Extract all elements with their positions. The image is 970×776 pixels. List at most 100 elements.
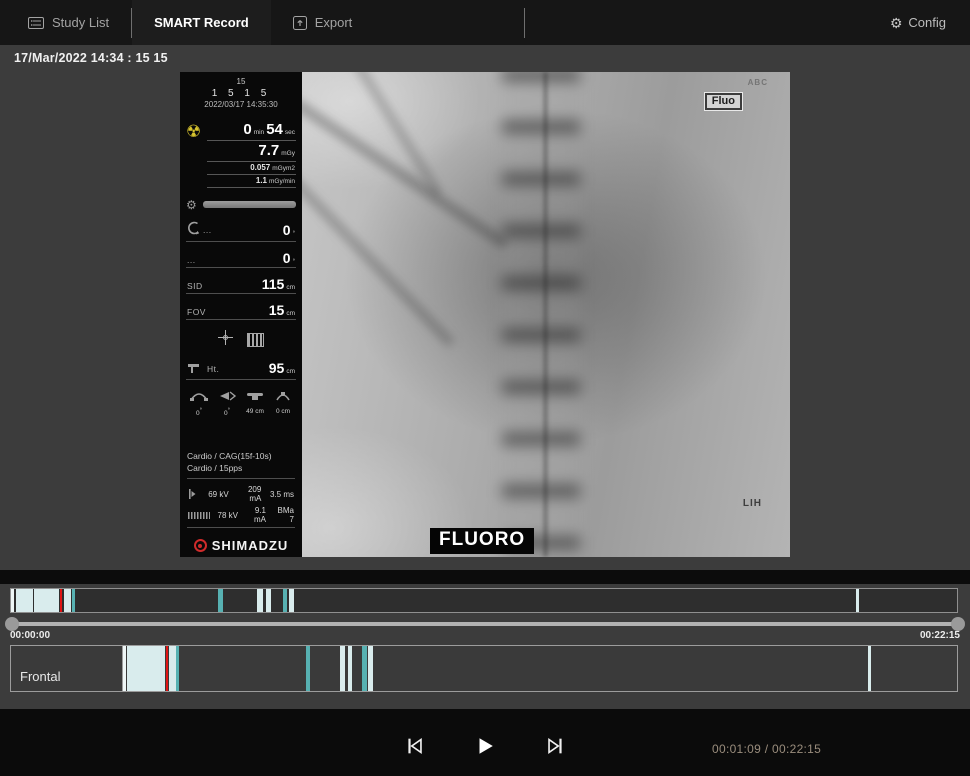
dose-rate: 1.1 — [256, 176, 267, 185]
timeline-segment[interactable] — [176, 646, 179, 691]
timeline-overview-bar[interactable] — [10, 588, 958, 613]
timeline-segment[interactable] — [362, 646, 366, 691]
slider-handle-right[interactable] — [951, 617, 965, 631]
table-height-value: 95 — [269, 360, 285, 376]
timeline-time-labels: 00:00:00 00:22:15 — [10, 630, 960, 641]
playhead-marker[interactable] — [166, 646, 168, 691]
dose-total-row: 7.7 mGy — [207, 141, 296, 162]
fluoroscopy-image[interactable]: ABC Fluo LIH FLUORO — [302, 72, 790, 557]
shimadzu-logo-icon — [194, 539, 207, 552]
timeline-segment[interactable] — [283, 589, 288, 612]
fov-label: FOV — [187, 307, 206, 317]
tab-export[interactable]: Export — [271, 0, 375, 45]
fluoro-minutes-unit: min — [254, 129, 264, 136]
geometry-block: ... 0 ° ... 0 ° SID — [180, 213, 302, 320]
timeline-segment[interactable] — [289, 589, 294, 612]
angle2-row: ... 0 ° — [186, 250, 296, 268]
smart-record-app: Study List SMART Record Export ⚙ Config … — [0, 0, 970, 776]
table-lat-indicator: 0 cm — [271, 389, 295, 417]
sid-unit: cm — [286, 284, 295, 291]
slider-handle-left[interactable] — [5, 617, 19, 631]
timeline-segment[interactable] — [257, 589, 263, 612]
spine-shadow — [502, 72, 580, 557]
radiation-icon: ☢ — [186, 123, 201, 140]
angle2-label: ... — [187, 255, 196, 265]
timeline-segment[interactable] — [34, 589, 59, 612]
overlay-header: 15 1 5 1 5 2022/03/17 14:35:30 — [180, 77, 302, 111]
catheter-shadow — [544, 72, 547, 557]
exposure2-ma: 9.1 mA — [244, 506, 266, 524]
fluoro-seconds: 54 — [266, 121, 283, 138]
fluo-mode-label: Fluo — [705, 93, 742, 110]
exposure-row-1: 69 kV 209 mA 3.5 ms — [180, 485, 302, 503]
timeline-segment[interactable] — [218, 589, 223, 612]
crosshair-icon — [218, 330, 233, 350]
study-datetime: 17/Mar/2022 14:34 : 15 15 — [14, 51, 168, 65]
study-list-label: Study List — [52, 15, 109, 30]
timeline-range-slider[interactable] — [5, 617, 965, 631]
table-height-icon — [187, 360, 203, 378]
skip-next-button[interactable] — [543, 734, 567, 758]
image-viewer: 15 1 5 1 5 2022/03/17 14:35:30 ☢ 0 min 5… — [180, 72, 790, 557]
table-height-block: Ht. 95 cm — [180, 352, 302, 380]
fov-unit: cm — [286, 310, 295, 317]
overlay-divider — [187, 478, 295, 479]
slider-track[interactable] — [12, 622, 958, 626]
timeline-segment[interactable] — [143, 646, 165, 691]
frontal-track-clips[interactable] — [123, 646, 957, 691]
dose-parameter-panel: 15 1 5 1 5 2022/03/17 14:35:30 ☢ 0 min 5… — [180, 72, 302, 557]
timeline-segment[interactable] — [64, 589, 72, 612]
timeline-segment[interactable] — [340, 646, 345, 691]
timeline-segment[interactable] — [123, 646, 126, 691]
dose-total: 7.7 — [258, 142, 279, 159]
timeline-segment[interactable] — [266, 589, 271, 612]
exposure1-ms: 3.5 ms — [267, 490, 294, 499]
filter-grid-icon — [247, 333, 264, 347]
timeline-segment[interactable] — [127, 646, 142, 691]
overlay-divider — [187, 527, 295, 528]
fluoro-mode-icon — [188, 512, 210, 519]
export-icon — [293, 16, 307, 30]
program-name-2: Cardio / 15pps — [180, 463, 302, 475]
table-long-indicator: 49 cm — [243, 389, 267, 417]
tab-study-list[interactable]: Study List — [0, 0, 131, 45]
angle1-row: ... 0 ° — [186, 221, 296, 242]
config-label: Config — [908, 15, 946, 30]
play-button[interactable] — [473, 734, 497, 758]
timeline-segment[interactable] — [856, 589, 859, 612]
collimation-icons — [180, 330, 302, 350]
angle2-value: 0 — [283, 250, 291, 266]
dose-rate-unit: mGy/min — [269, 178, 295, 185]
angle1-value: 0 — [283, 222, 291, 238]
timeline-segment[interactable] — [348, 646, 352, 691]
timeline-segment[interactable] — [169, 646, 176, 691]
dose-total-unit: mGy — [281, 150, 295, 157]
table-height-unit: cm — [286, 368, 295, 375]
export-label: Export — [315, 15, 353, 30]
angle1-unit: ° — [293, 231, 295, 237]
timeline-overview-clips — [11, 589, 957, 612]
timeline-segment[interactable] — [306, 646, 311, 691]
dose-rate-row: 1.1 mGy/min — [207, 175, 296, 188]
skip-previous-button[interactable] — [403, 734, 427, 758]
brand-row: SHIMADZU — [180, 538, 302, 553]
tab-smart-record[interactable]: SMART Record — [132, 0, 271, 45]
table-lat-value: 0 — [276, 408, 280, 415]
smart-record-label: SMART Record — [154, 15, 249, 30]
sid-value: 115 — [262, 276, 285, 292]
exposure1-ma: 209 mA — [235, 485, 262, 503]
overlay-datetime: 2022/03/17 14:35:30 — [180, 100, 302, 110]
sid-row: SID 115 cm — [186, 276, 296, 294]
playback-time-display: 00:01:09 / 00:22:15 — [712, 742, 821, 756]
timeline-segment[interactable] — [368, 646, 373, 691]
fluoro-seconds-unit: sec — [285, 129, 295, 136]
timeline-segment[interactable] — [72, 589, 75, 612]
timeline-segment[interactable] — [16, 589, 34, 612]
timeline-segment[interactable] — [868, 646, 871, 691]
table-position-row: 0° 0° 49 cm 0 cm — [180, 389, 302, 417]
playhead-marker[interactable] — [60, 589, 62, 612]
config-button[interactable]: ⚙ Config — [890, 15, 946, 30]
topbar-divider — [131, 8, 132, 38]
timeline-segment[interactable] — [11, 589, 14, 612]
timeline-end-time: 00:22:15 — [920, 630, 960, 641]
